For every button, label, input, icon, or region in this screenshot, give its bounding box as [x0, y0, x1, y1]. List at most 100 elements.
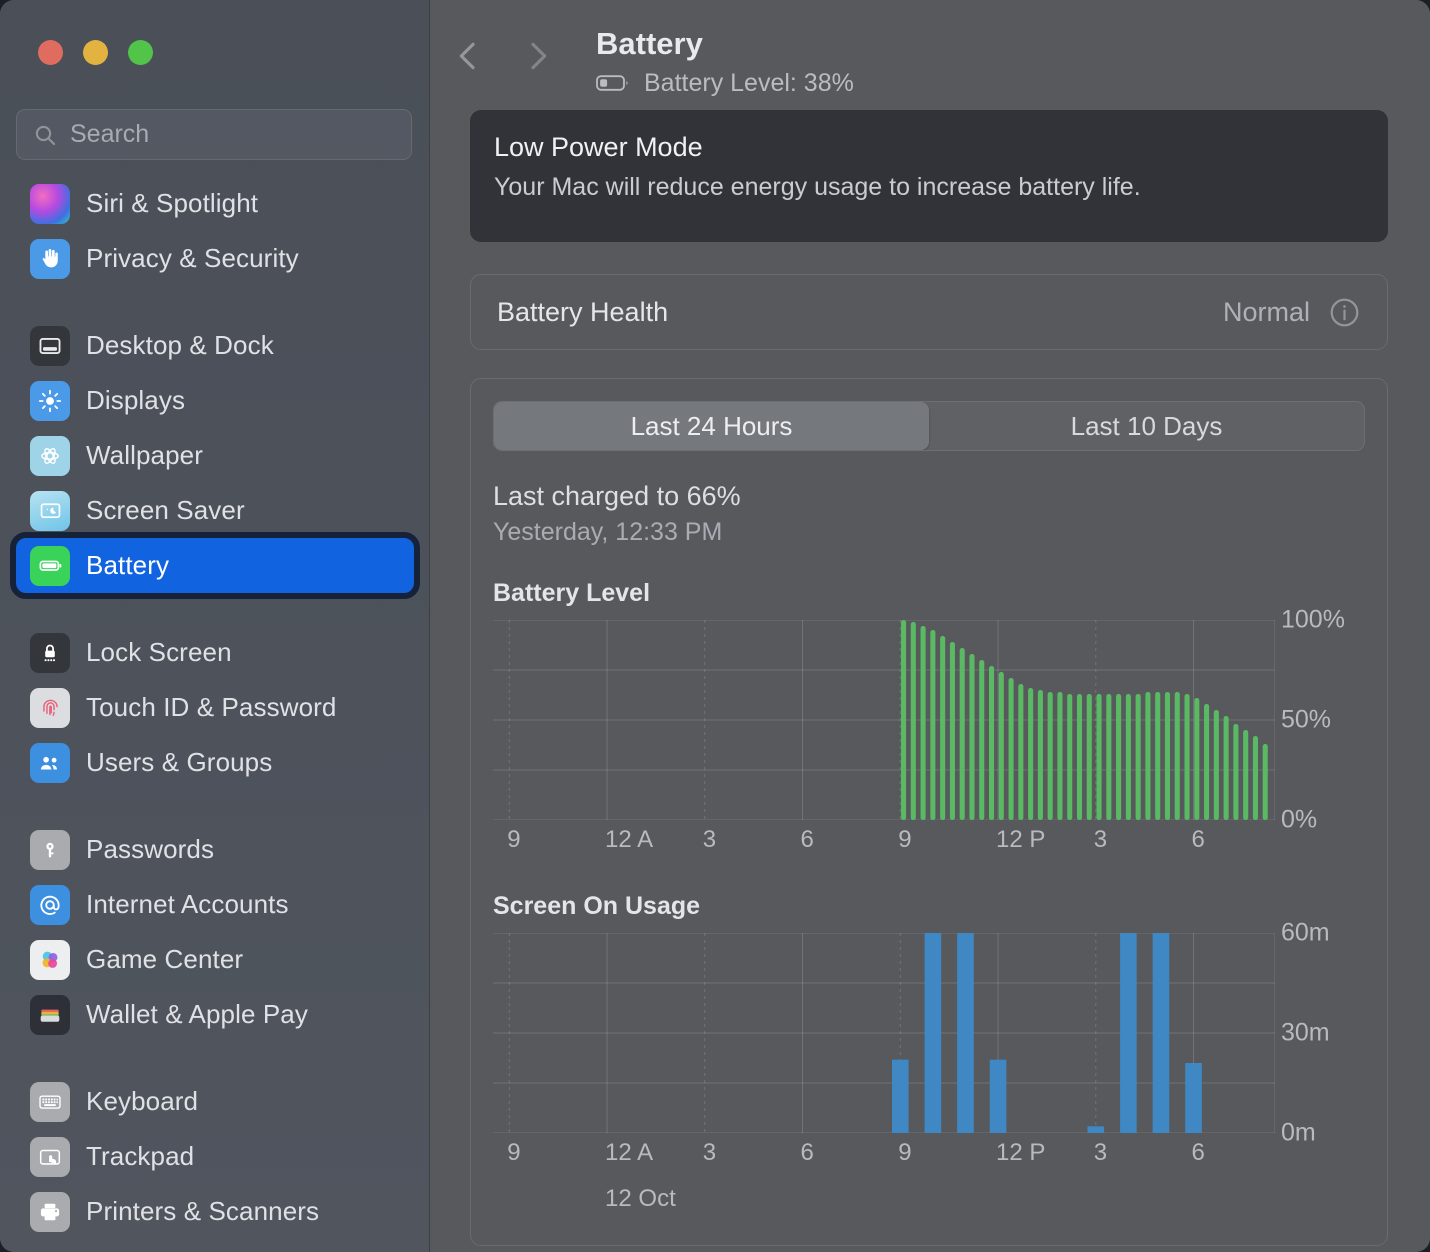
search-input[interactable]: [70, 120, 395, 149]
wallet-icon: [30, 994, 70, 1035]
nav-divider: [0, 1042, 430, 1074]
settings-content: Low Power Mode Your Mac will reduce ener…: [430, 110, 1430, 1252]
x-axis-tick-label: 9: [898, 826, 912, 853]
nav-arrows: [448, 34, 558, 78]
sidebar-item-screen-saver[interactable]: Screen Saver: [16, 483, 414, 538]
sidebar-item-privacy-security[interactable]: Privacy & Security: [16, 231, 414, 286]
zoom-button[interactable]: [128, 40, 153, 65]
sidebar-item-label: Battery: [86, 550, 170, 580]
y-axis-tick-label: 30m: [1281, 1018, 1330, 1047]
wallpaper-icon: [30, 435, 70, 476]
x-axis-tick-label: 3: [1093, 826, 1108, 853]
chevron-right-icon[interactable]: [518, 34, 558, 78]
sidebar-item-label: Keyboard: [86, 1086, 199, 1116]
sidebar-item-users-groups[interactable]: Users & Groups: [16, 735, 414, 790]
y-axis-tick-label: 0%: [1281, 805, 1318, 834]
search-field[interactable]: [16, 109, 412, 160]
search-icon: [33, 123, 57, 147]
sidebar-item-game-center[interactable]: Game Center: [16, 932, 414, 987]
battery-level-chart: 0% 50% 100%: [493, 606, 1345, 834]
nav-group-5: Keyboard Trackpad Printers & Scanners: [0, 1074, 430, 1239]
chart-date-label: 12 Oct: [493, 1185, 1275, 1219]
info-circle-icon[interactable]: [1328, 296, 1361, 329]
nav-divider: [0, 790, 430, 822]
sidebar-item-label: Internet Accounts: [86, 889, 289, 919]
x-axis-tick-label: 9: [898, 1139, 912, 1166]
low-power-mode-description: Your Mac will reduce energy usage to inc…: [494, 173, 1141, 201]
x-axis-tick-label: 9: [507, 1139, 521, 1166]
low-power-mode-card: Low Power Mode Your Mac will reduce ener…: [470, 110, 1388, 242]
tab-last-24-hours[interactable]: Last 24 Hours: [494, 402, 929, 450]
sidebar-item-label: Printers & Scanners: [86, 1196, 320, 1226]
battery-level-text: Battery Level: 38%: [644, 68, 854, 97]
sidebar-item-label: Displays: [86, 385, 186, 415]
sidebar-item-desktop-dock[interactable]: Desktop & Dock: [16, 318, 414, 373]
sidebar-item-label: Privacy & Security: [86, 243, 299, 273]
usage-range-tabs[interactable]: Last 24 Hours Last 10 Days: [493, 401, 1365, 451]
battery-status-line: Battery Level: 38%: [596, 69, 854, 98]
at-sign-icon: [30, 884, 70, 925]
sidebar-item-passwords[interactable]: Passwords: [16, 822, 414, 877]
sidebar-item-wallpaper[interactable]: Wallpaper: [16, 428, 414, 483]
x-axis-tick-label: 12 A: [605, 1139, 654, 1166]
sidebar-item-label: Users & Groups: [86, 747, 273, 777]
trackpad-icon: [30, 1136, 70, 1177]
tab-last-10-days[interactable]: Last 10 Days: [929, 402, 1364, 450]
settings-nav-list: Siri & Spotlight Privacy & Security Desk…: [0, 176, 430, 1252]
x-axis-tick-label: 6: [800, 1139, 814, 1166]
x-axis-tick-label: 3: [1093, 1139, 1108, 1166]
sidebar-item-keyboard[interactable]: Keyboard: [16, 1074, 414, 1129]
sidebar-item-battery[interactable]: Battery: [10, 532, 420, 599]
main-toolbar: Battery Battery Level: 38%: [430, 0, 1430, 110]
fingerprint-icon: [30, 687, 70, 728]
sidebar-item-label: Lock Screen: [86, 637, 232, 667]
x-axis-tick-label: 6: [1191, 1139, 1205, 1166]
minimize-button[interactable]: [83, 40, 108, 65]
battery-health-right: Normal: [1223, 296, 1361, 329]
x-axis-tick-label: 12 A: [605, 826, 654, 853]
sidebar-item-label: Trackpad: [86, 1141, 195, 1171]
sidebar-item-label: Passwords: [86, 834, 215, 864]
system-settings-window: Siri & Spotlight Privacy & Security: [0, 0, 1430, 1252]
sidebar-item-touch-id[interactable]: Touch ID & Password: [16, 680, 414, 735]
x-axis-tick-label: 12 P: [996, 826, 1046, 853]
sidebar-item-internet-accounts[interactable]: Internet Accounts: [16, 877, 414, 932]
screen-on-usage-chart-title: Screen On Usage: [493, 892, 701, 920]
screen-on-usage-y-axis: 0m 30m 60m: [1277, 919, 1367, 1147]
battery-health-row[interactable]: Battery Health Normal: [470, 274, 1388, 350]
brightness-icon: [30, 380, 70, 421]
x-axis-tick-label: 3: [702, 826, 717, 853]
desktop-dock-icon: [30, 325, 70, 366]
siri-icon: [30, 183, 70, 224]
sidebar-item-label: Game Center: [86, 944, 244, 974]
users-icon: [30, 742, 70, 783]
x-axis-tick-label: 9: [507, 826, 521, 853]
hand-raised-icon: [30, 238, 70, 279]
close-button[interactable]: [38, 40, 63, 65]
sidebar-item-printers-scanners[interactable]: Printers & Scanners: [16, 1184, 414, 1239]
x-axis-tick-label: 6: [800, 826, 814, 853]
sidebar-item-trackpad[interactable]: Trackpad: [16, 1129, 414, 1184]
sidebar-item-label: Siri & Spotlight: [86, 188, 259, 218]
sidebar-item-siri-spotlight[interactable]: Siri & Spotlight: [16, 176, 414, 231]
nav-group-1: Siri & Spotlight Privacy & Security: [0, 176, 430, 286]
x-axis-tick-label: 6: [1191, 826, 1205, 853]
page-header: Battery Battery Level: 38%: [596, 26, 854, 98]
sidebar-item-label: Desktop & Dock: [86, 330, 274, 360]
usage-history-card: Last 24 Hours Last 10 Days Last charged …: [470, 378, 1388, 1246]
chart-date-text: 12 Oct: [605, 1185, 676, 1212]
key-icon: [30, 829, 70, 870]
chevron-left-icon[interactable]: [448, 34, 488, 78]
x-axis-tick-label: 3: [702, 1139, 717, 1166]
sidebar-item-label: Touch ID & Password: [86, 692, 337, 722]
sidebar-item-label: Wallpaper: [86, 440, 203, 470]
sidebar-item-displays[interactable]: Displays: [16, 373, 414, 428]
sidebar-item-wallet-apple-pay[interactable]: Wallet & Apple Pay: [16, 987, 414, 1042]
y-axis-tick-label: 100%: [1281, 605, 1345, 634]
last-charged-title: Last charged to 66%: [493, 481, 741, 511]
sidebar-item-label: Screen Saver: [86, 495, 245, 525]
battery-health-value: Normal: [1222, 296, 1310, 327]
nav-group-3: Lock Screen Touch ID & Password Users & …: [0, 625, 430, 790]
sidebar-item-lock-screen[interactable]: Lock Screen: [16, 625, 414, 680]
page-title: Battery: [596, 26, 703, 61]
